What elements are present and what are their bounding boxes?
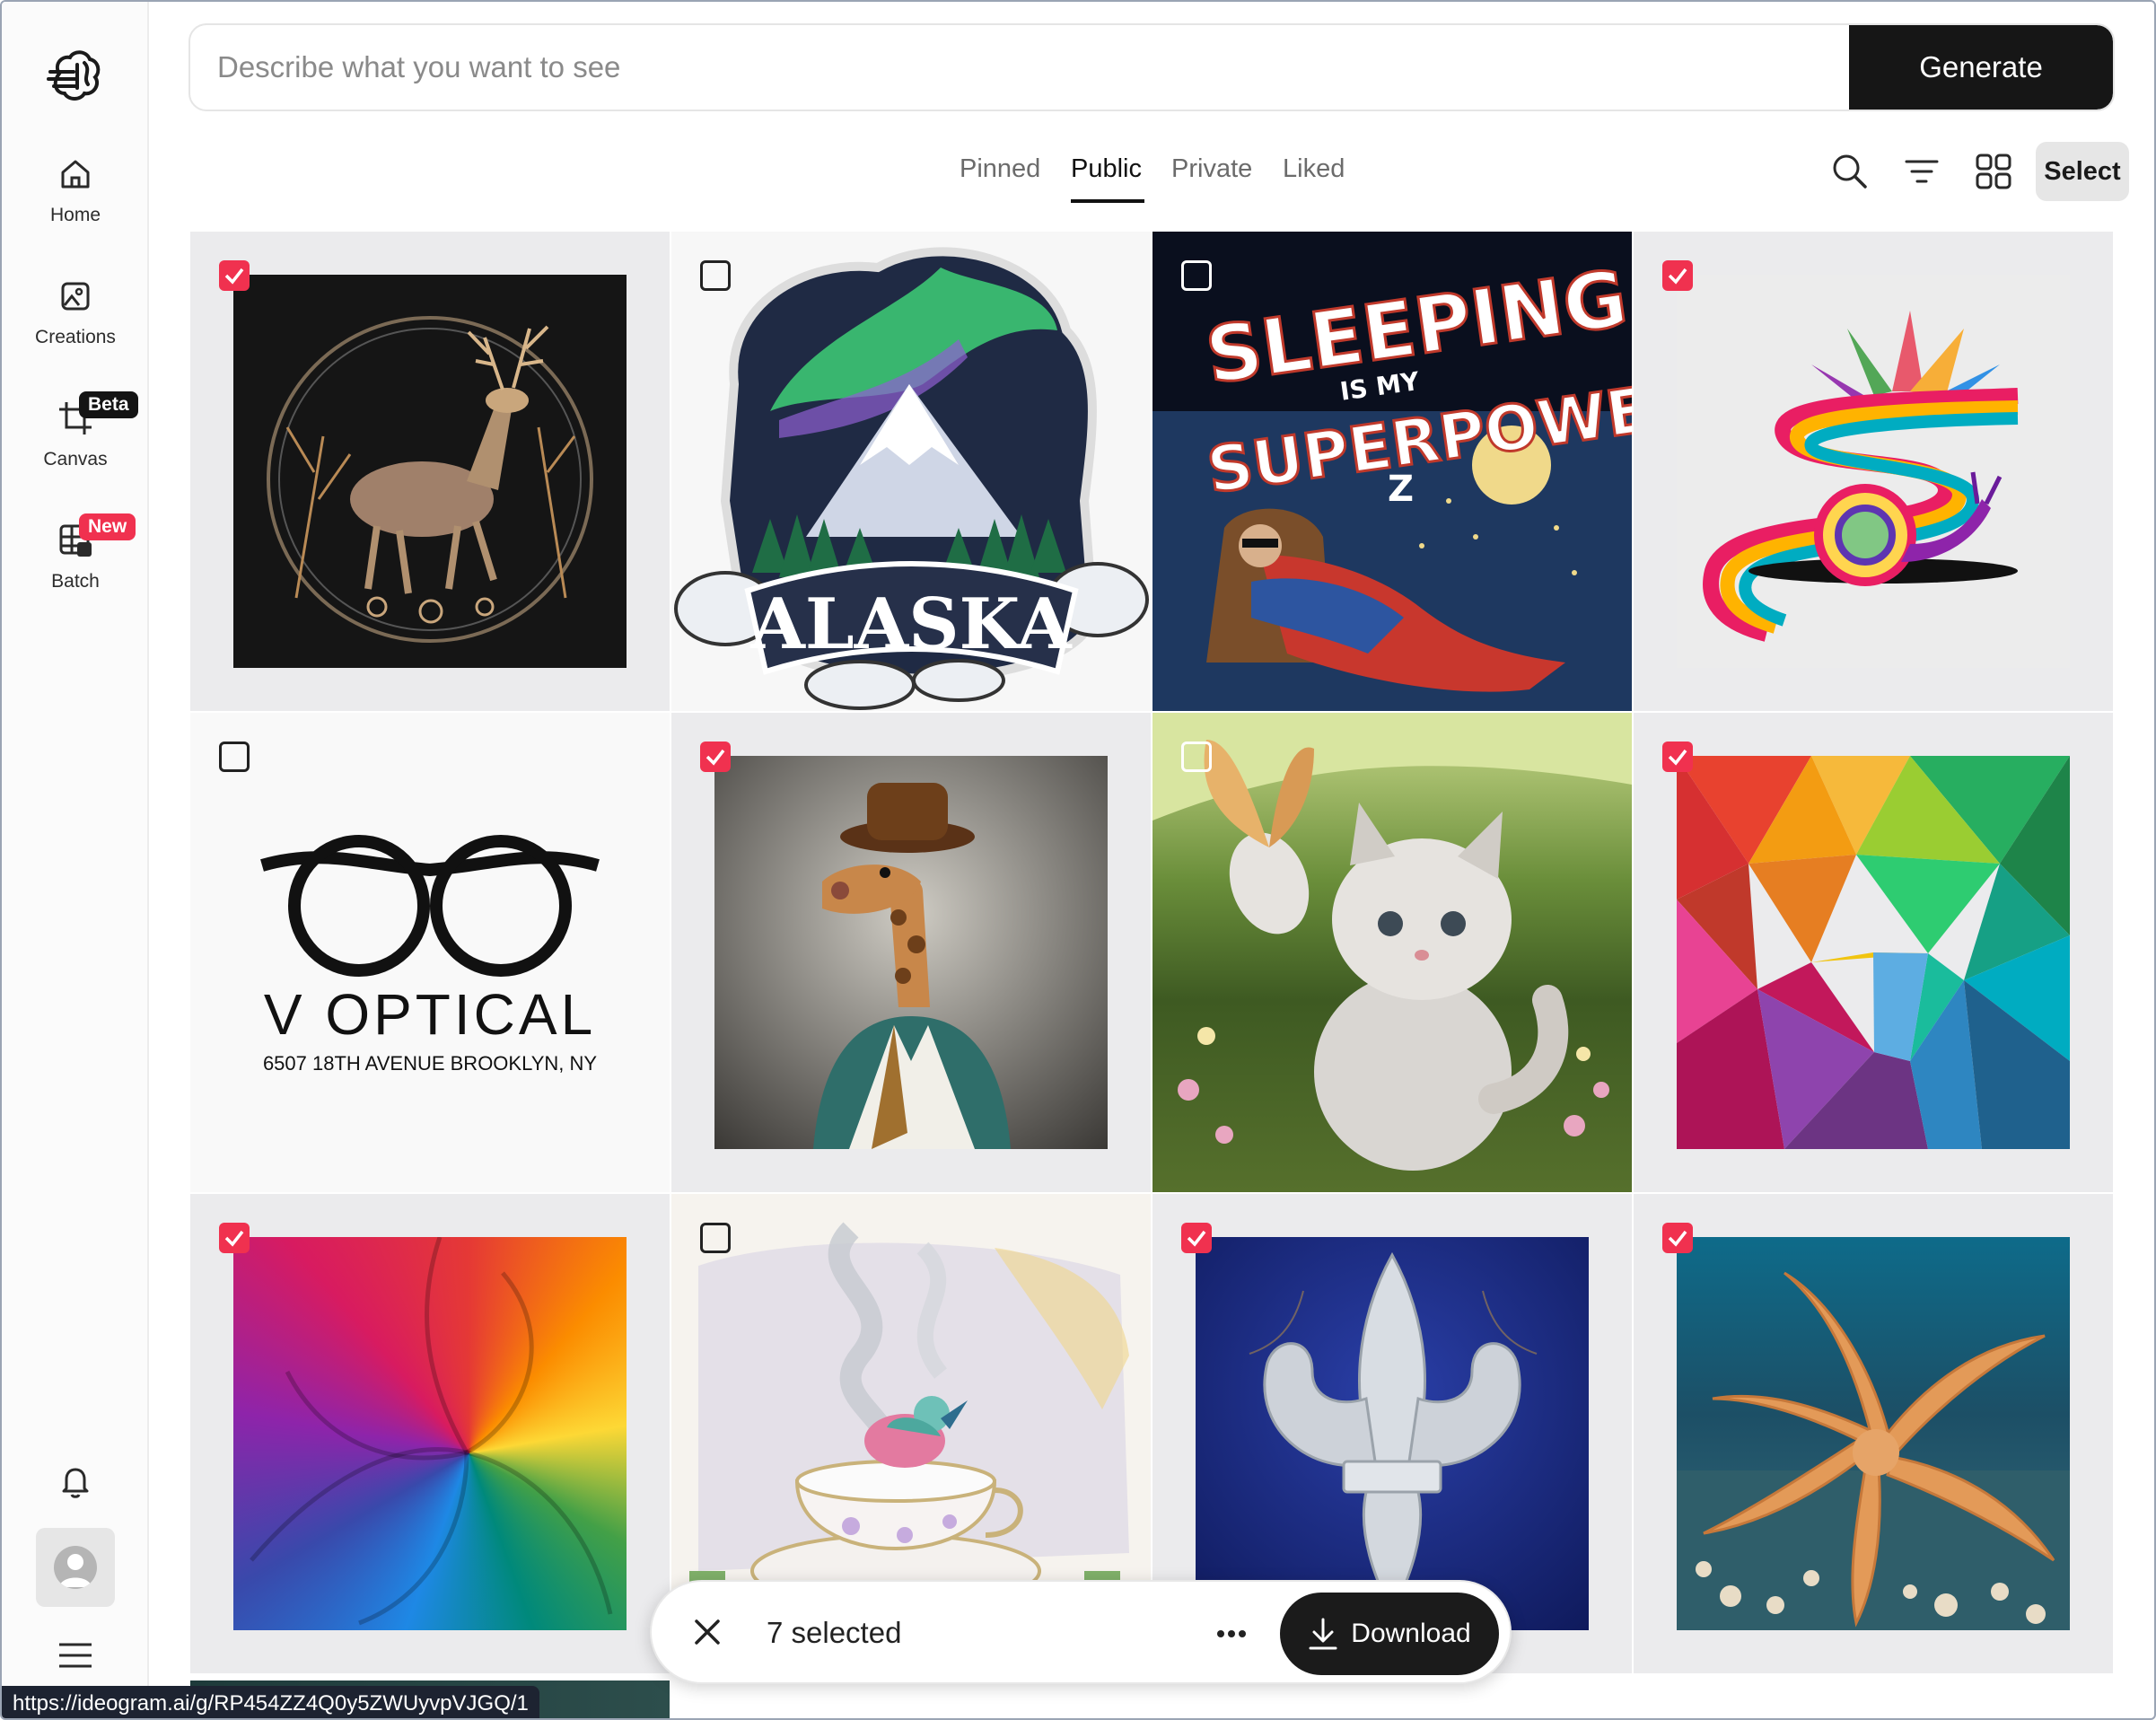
checkbox-checked[interactable] [700, 742, 731, 772]
sidebar-item-label: Canvas [43, 449, 108, 469]
alaska-sticker-image: ALASKA [671, 232, 1151, 711]
starfish-seabed-image [1677, 1237, 2070, 1630]
checkbox-unchecked[interactable] [1181, 260, 1212, 291]
kitten-butterfly-image [1152, 713, 1632, 1192]
v-optical-logo-image: V OPTICAL 6507 18TH AVENUE BROOKLYN, NY [190, 713, 670, 1192]
image-tile-kitten[interactable] [1152, 713, 1632, 1192]
generate-button[interactable]: Generate [1849, 25, 2113, 110]
search-icon[interactable] [1827, 149, 1872, 194]
checkbox-unchecked[interactable] [219, 742, 250, 772]
image-tile-deer[interactable] [190, 232, 670, 711]
v-optical-address: 6507 18TH AVENUE BROOKLYN, NY [263, 1052, 597, 1075]
grid-view-icon[interactable] [1971, 149, 2016, 194]
more-options-icon[interactable] [1214, 1618, 1249, 1650]
tab-pinned[interactable]: Pinned [960, 154, 1040, 184]
avatar[interactable] [36, 1528, 115, 1607]
sidebar-item-home[interactable]: Home [2, 154, 149, 262]
selected-count: 7 selected [767, 1616, 902, 1649]
close-icon[interactable] [691, 1616, 723, 1648]
select-button[interactable]: Select [2036, 142, 2129, 201]
sidebar: Home Creations Beta Canvas New Batch [2, 2, 149, 1718]
image-tile-snail[interactable] [1634, 232, 2113, 711]
image-tile-swirl[interactable] [190, 1194, 670, 1673]
tab-public[interactable]: Public [1071, 154, 1142, 184]
image-icon [61, 282, 90, 311]
active-tab-indicator [1071, 199, 1144, 203]
tab-private[interactable]: Private [1171, 154, 1252, 184]
sidebar-item-label: Batch [51, 571, 100, 592]
sidebar-item-canvas[interactable]: Beta Canvas [2, 391, 149, 506]
image-tile-giraffe[interactable] [671, 713, 1151, 1192]
sidebar-item-creations[interactable]: Creations [2, 276, 149, 384]
rainbow-snail-image [1677, 275, 2070, 668]
fleur-de-lis-image [1196, 1237, 1589, 1630]
image-tile-starfish[interactable] [1634, 1194, 2113, 1673]
status-bar-url: https://ideogram.ai/g/RP454ZZ4Q0y5ZWUyvp… [2, 1686, 539, 1718]
v-optical-title: V OPTICAL [264, 982, 596, 1047]
checkbox-unchecked[interactable] [700, 260, 731, 291]
image-tile-lowpoly[interactable] [1634, 713, 2113, 1192]
ideogram-logo[interactable] [47, 47, 104, 104]
image-tile-sleeping[interactable]: SLEEPING IS MY SUPERPOWER Z [1152, 232, 1632, 711]
giraffe-portrait-image [714, 756, 1108, 1149]
svg-text:Z: Z [1388, 469, 1414, 510]
sleeping-superpower-image: SLEEPING IS MY SUPERPOWER Z [1152, 232, 1632, 711]
download-icon [1309, 1618, 1337, 1650]
sidebar-item-batch[interactable]: New Batch [2, 513, 149, 628]
app-window: Home Creations Beta Canvas New Batch Des… [0, 0, 2156, 1720]
sidebar-item-label: Creations [35, 327, 116, 347]
tab-liked[interactable]: Liked [1283, 154, 1345, 184]
selection-action-bar: 7 selected Download [650, 1580, 1512, 1684]
deer-artwork-image [233, 275, 627, 668]
hamburger-menu-icon[interactable] [56, 1639, 95, 1672]
low-poly-rainbow-image [1677, 756, 2070, 1149]
checkbox-checked[interactable] [1662, 1223, 1693, 1253]
checkbox-checked[interactable] [219, 260, 250, 291]
checkbox-checked[interactable] [219, 1223, 250, 1253]
sidebar-item-label: Home [49, 205, 101, 225]
home-icon [61, 160, 90, 189]
user-avatar-icon [54, 1546, 97, 1589]
beta-badge: Beta [79, 391, 138, 418]
checkbox-unchecked[interactable] [1181, 742, 1212, 772]
new-badge: New [79, 513, 136, 540]
download-button[interactable]: Download [1280, 1593, 1499, 1675]
filter-icon[interactable] [1899, 149, 1944, 194]
download-label: Download [1351, 1619, 1471, 1648]
prompt-bar: Generate [188, 23, 2115, 111]
prompt-input[interactable] [217, 25, 1833, 110]
image-tile-optical[interactable]: V OPTICAL 6507 18TH AVENUE BROOKLYN, NY [190, 713, 670, 1192]
alaska-title: ALASKA [749, 584, 1073, 665]
rainbow-swirl-image [233, 1237, 627, 1630]
checkbox-checked[interactable] [1662, 260, 1693, 291]
checkbox-unchecked[interactable] [700, 1223, 731, 1253]
bell-icon[interactable] [56, 1461, 95, 1501]
checkbox-checked[interactable] [1662, 742, 1693, 772]
checkbox-checked[interactable] [1181, 1223, 1212, 1253]
image-tile-alaska[interactable]: ALASKA [671, 232, 1151, 711]
